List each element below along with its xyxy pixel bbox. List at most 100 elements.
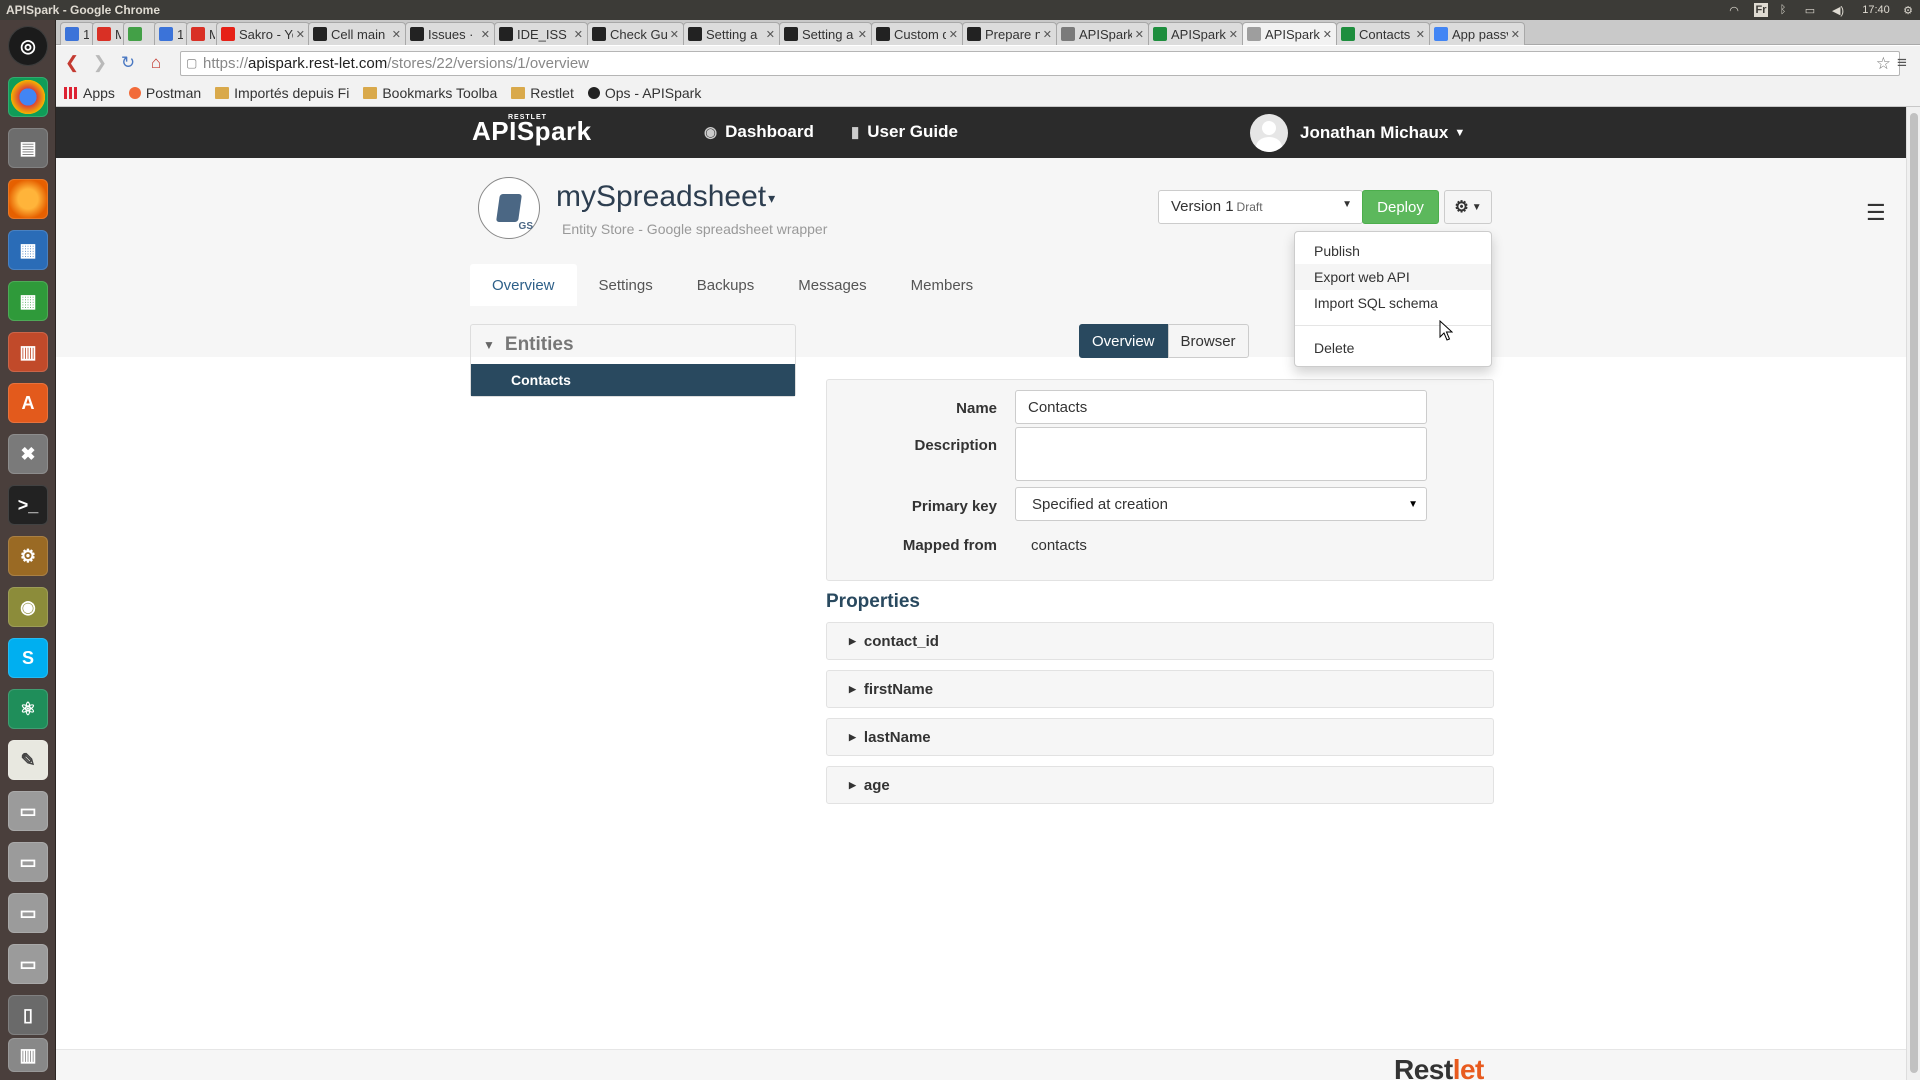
view-browser-button[interactable]: Browser bbox=[1167, 324, 1249, 358]
bluetooth-icon[interactable]: ᛒ bbox=[1777, 3, 1789, 17]
bookmark-item[interactable]: Ops - APISpark bbox=[587, 85, 701, 101]
page-info-icon[interactable]: ▢ bbox=[186, 52, 197, 75]
back-icon[interactable]: ❮ bbox=[62, 53, 82, 73]
browser-tab[interactable]: Setting a ✕ bbox=[779, 22, 872, 45]
close-tab-icon[interactable]: ✕ bbox=[392, 28, 401, 41]
chrome-icon[interactable] bbox=[8, 77, 48, 117]
impress-icon[interactable]: ▥ bbox=[8, 332, 48, 372]
actions-menu-button[interactable]: ⚙ ▼ bbox=[1444, 190, 1492, 224]
eclipse-ide-icon[interactable]: ⚙ bbox=[8, 536, 48, 576]
menu-item-delete[interactable]: Delete bbox=[1295, 335, 1491, 361]
files-icon[interactable]: ▤ bbox=[8, 128, 48, 168]
bookmark-item[interactable]: Importés depuis Fi bbox=[215, 85, 349, 101]
close-tab-icon[interactable]: ✕ bbox=[1416, 28, 1425, 41]
browser-tab[interactable]: Contacts ✕ bbox=[1336, 22, 1430, 45]
trash-icon[interactable]: ▥ bbox=[8, 1038, 48, 1072]
close-tab-icon[interactable]: ✕ bbox=[766, 28, 775, 41]
list-menu-icon[interactable]: ☰ bbox=[1866, 200, 1886, 226]
name-input[interactable]: Contacts bbox=[1015, 390, 1427, 424]
bookmark-star-icon[interactable]: ☆ bbox=[1876, 52, 1891, 75]
view-overview-button[interactable]: Overview bbox=[1079, 324, 1168, 358]
entities-header[interactable]: ▼ Entities bbox=[471, 325, 795, 364]
forward-icon[interactable]: ❯ bbox=[90, 53, 110, 73]
browser-tab[interactable]: 13 bbox=[60, 22, 94, 45]
bookmark-item[interactable]: Bookmarks Toolba bbox=[363, 85, 497, 101]
user-menu[interactable]: Jonathan Michaux ▼ bbox=[1250, 114, 1465, 152]
property-firstname[interactable]: ▶ firstName bbox=[826, 670, 1494, 708]
home-icon[interactable]: ⌂ bbox=[146, 53, 166, 73]
browser-tab[interactable]: Issues · re✕ bbox=[405, 22, 495, 45]
nav-user-guide[interactable]: ▮ User Guide bbox=[851, 122, 958, 142]
browser-tab[interactable]: Custom d ✕ bbox=[871, 22, 963, 45]
close-tab-icon[interactable]: ✕ bbox=[574, 28, 583, 41]
close-tab-icon[interactable]: ✕ bbox=[1511, 28, 1520, 41]
entity-item-contacts[interactable]: Contacts bbox=[471, 364, 795, 396]
close-tab-icon[interactable]: ✕ bbox=[296, 28, 305, 41]
writer-icon[interactable]: ▦ bbox=[8, 230, 48, 270]
menu-item-export-web-api[interactable]: Export web API bbox=[1295, 264, 1491, 290]
drive-icon[interactable]: ▭ bbox=[8, 893, 48, 933]
dash-home-icon[interactable]: ◎ bbox=[8, 26, 48, 66]
reload-icon[interactable]: ↻ bbox=[118, 53, 138, 73]
scrollbar-thumb[interactable] bbox=[1910, 113, 1918, 1073]
close-tab-icon[interactable]: ✕ bbox=[1229, 28, 1238, 41]
menu-item-import-sql-schema[interactable]: Import SQL schema bbox=[1295, 290, 1491, 316]
settings-gear-icon[interactable]: ⚙ bbox=[1900, 3, 1916, 17]
browser-tab[interactable] bbox=[123, 22, 157, 45]
browser-tab[interactable]: IDE_ISS : i✕ bbox=[494, 22, 588, 45]
device-icon[interactable]: ▯ bbox=[8, 995, 48, 1035]
description-textarea[interactable] bbox=[1015, 427, 1427, 481]
store-name-menu[interactable]: mySpreadsheet ▾ bbox=[556, 180, 775, 214]
apispark-logo[interactable]: RESTLET APISpark bbox=[472, 114, 592, 147]
tab-overview[interactable]: Overview bbox=[470, 264, 577, 306]
address-bar[interactable]: ▢ https://apispark.rest-let.com/stores/2… bbox=[180, 51, 1900, 76]
close-tab-icon[interactable]: ✕ bbox=[858, 28, 867, 41]
browser-tab[interactable]: App passv ✕ bbox=[1429, 22, 1525, 45]
rhythmbox-icon[interactable]: ◉ bbox=[8, 587, 48, 627]
close-tab-icon[interactable]: ✕ bbox=[1043, 28, 1052, 41]
system-settings-icon[interactable]: ✖ bbox=[8, 434, 48, 474]
software-center-icon[interactable]: A bbox=[8, 383, 48, 423]
skype-icon[interactable]: S bbox=[8, 638, 48, 678]
property-contact-id[interactable]: ▶ contact_id bbox=[826, 622, 1494, 660]
close-tab-icon[interactable]: ✕ bbox=[670, 28, 679, 41]
version-select[interactable]: Version 1 Draft ▼ bbox=[1158, 190, 1363, 224]
close-tab-icon[interactable]: ✕ bbox=[1323, 28, 1332, 41]
browser-tab[interactable]: 13 bbox=[154, 22, 188, 45]
chrome-menu-icon[interactable]: ≡ bbox=[1892, 53, 1912, 73]
close-tab-icon[interactable]: ✕ bbox=[481, 28, 490, 41]
restlet-logo[interactable]: Restlet bbox=[1394, 1054, 1484, 1080]
browser-tab[interactable]: M bbox=[186, 22, 220, 45]
bookmark-item[interactable]: Postman bbox=[128, 85, 201, 101]
browser-tab[interactable]: Sakro - Yo✕ bbox=[216, 22, 310, 45]
atom-icon[interactable]: ⚛ bbox=[8, 689, 48, 729]
browser-tab[interactable]: APISpark ✕ bbox=[1056, 22, 1149, 45]
browser-tab[interactable]: APISpark ✕ bbox=[1148, 22, 1243, 45]
drive-icon[interactable]: ▭ bbox=[8, 791, 48, 831]
browser-tab[interactable]: Prepare n ✕ bbox=[962, 22, 1057, 45]
menu-item-publish[interactable]: Publish bbox=[1295, 238, 1491, 264]
tab-settings[interactable]: Settings bbox=[577, 264, 675, 306]
property-lastname[interactable]: ▶ lastName bbox=[826, 718, 1494, 756]
primary-key-select[interactable]: Specified at creation ▼ bbox=[1015, 487, 1427, 521]
browser-tab[interactable]: APISpark ✕ bbox=[1242, 22, 1337, 45]
tab-members[interactable]: Members bbox=[889, 264, 996, 306]
nav-dashboard[interactable]: ◉ Dashboard bbox=[704, 122, 814, 142]
deploy-button[interactable]: Deploy bbox=[1362, 190, 1439, 224]
browser-tab[interactable]: Setting a ✕ bbox=[683, 22, 780, 45]
bookmark-item[interactable]: Apps bbox=[64, 85, 115, 101]
keyboard-language-indicator[interactable]: Fr bbox=[1754, 3, 1768, 17]
calc-icon[interactable]: ▦ bbox=[8, 281, 48, 321]
browser-tab[interactable]: Cell main ✕ bbox=[308, 22, 406, 45]
clock[interactable]: 17:40 bbox=[1858, 3, 1894, 17]
browser-tab[interactable]: Check Gu ✕ bbox=[587, 22, 684, 45]
bookmark-item[interactable]: Restlet bbox=[511, 85, 574, 101]
text-editor-icon[interactable]: ✎ bbox=[8, 740, 48, 780]
close-tab-icon[interactable]: ✕ bbox=[1135, 28, 1144, 41]
terminal-icon[interactable]: >_ bbox=[8, 485, 48, 525]
tab-messages[interactable]: Messages bbox=[776, 264, 888, 306]
tab-backups[interactable]: Backups bbox=[675, 264, 777, 306]
firefox-icon[interactable] bbox=[8, 179, 48, 219]
battery-icon[interactable]: ▭ bbox=[1800, 3, 1820, 17]
wifi-icon[interactable]: ◠ bbox=[1727, 3, 1741, 17]
